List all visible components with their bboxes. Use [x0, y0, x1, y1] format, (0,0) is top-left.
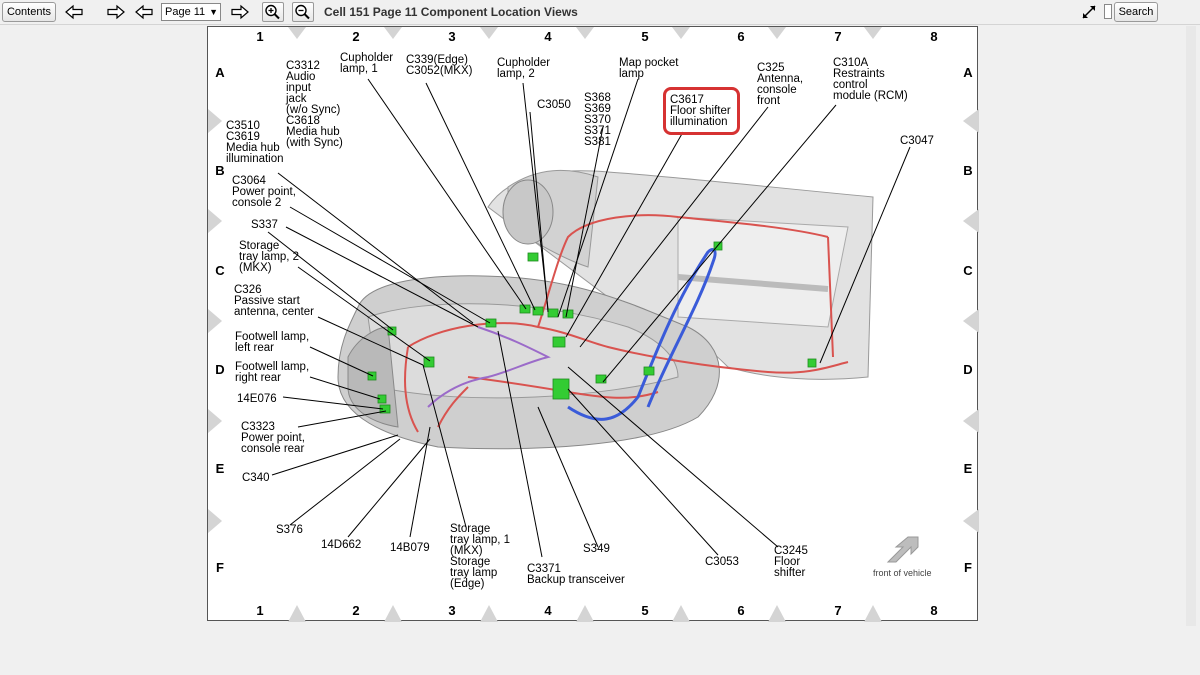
toolbar: Contents Page 11 ▼ Cell 151 Page 11 Comp…: [0, 0, 1200, 25]
callout-storage-tray-lamp-2: Storage tray lamp, 2 (MKX): [239, 240, 300, 274]
expand-icon[interactable]: [1080, 3, 1098, 21]
callout-s349: S349: [583, 543, 610, 555]
document-title: Cell 151 Page 11 Component Location View…: [324, 5, 578, 19]
callout-c3064: C3064 Power point, console 2: [232, 175, 296, 209]
callout-storage-tray-lamp-1: Storage tray lamp, 1 (MKX) Storage tray lamp…: [450, 523, 511, 590]
page-select-value: Page 11: [165, 6, 206, 18]
front-of-vehicle-label: front of vehicle: [873, 568, 932, 578]
callout-c325: C325 Antenna, console front: [757, 62, 804, 107]
callout-c3053: C3053: [705, 556, 739, 568]
callout-c3050: C3050: [537, 99, 571, 111]
callout-c3323: C3323 Power point, console rear: [241, 421, 305, 455]
callout-14d662: 14D662: [321, 539, 362, 551]
callout-14e076: 14E076: [237, 393, 277, 405]
zoom-in-button[interactable]: [262, 2, 284, 22]
callout-footwell-lamp-right-rear: Footwell lamp, right rear: [235, 361, 310, 384]
front-arrow-icon: [886, 536, 919, 563]
search-button[interactable]: Search: [1114, 2, 1158, 22]
callout-cupholder-lamp-1: Cupholder lamp, 1: [340, 52, 394, 75]
forward-arrow-icon[interactable]: [106, 3, 126, 21]
callout-c3510: C3510 C3619 Media hub illumination: [226, 120, 284, 165]
callout-c3312: C3312 Audio input jack (w/o Sync) C3618 Media …: [286, 60, 343, 149]
callout-s376: S376: [276, 524, 303, 536]
callout-s368: S368 S369 S370 S371 S381: [584, 92, 611, 148]
zoom-out-icon: [295, 4, 310, 20]
zoom-in-icon: [265, 4, 280, 20]
callout-footwell-lamp-left-rear: Footwell lamp, left rear: [235, 331, 310, 354]
zoom-out-button[interactable]: [292, 2, 314, 22]
callout-s337: S337: [251, 219, 278, 231]
chevron-down-icon: ▼: [209, 7, 218, 17]
callout-cupholder-lamp-2: Cupholder lamp, 2: [497, 57, 551, 80]
next-page-icon[interactable]: [230, 3, 250, 21]
vertical-scrollbar[interactable]: [1186, 26, 1196, 626]
callout-map-pocket-lamp: Map pocket lamp: [619, 57, 679, 80]
callout-c326: C326 Passive start antenna, center: [234, 284, 314, 318]
diagram-frame: 1 2 3 4 5 6 7 8 1 2 3 4 5 6 7 8 A B C D …: [207, 26, 979, 622]
previous-page-icon[interactable]: [134, 3, 154, 21]
callout-c339: C339(Edge) C3052(MKX): [406, 54, 473, 77]
search-input[interactable]: [1104, 4, 1112, 19]
callout-c3245: C3245 Floor shifter: [774, 545, 808, 579]
callout-c310a: C310A Restraints control module (RCM): [833, 57, 908, 102]
back-arrow-icon[interactable]: [64, 3, 84, 21]
callout-c3371: C3371 Backup transceiver: [527, 563, 625, 586]
callout-14b079: 14B079: [390, 542, 430, 554]
page-select[interactable]: Page 11 ▼: [161, 3, 221, 21]
callout-c3617: C3617 Floor shifter illumination: [670, 94, 731, 128]
contents-button[interactable]: Contents: [2, 2, 56, 22]
callout-c3047: C3047: [900, 135, 934, 147]
callout-c340: C340: [242, 472, 270, 484]
